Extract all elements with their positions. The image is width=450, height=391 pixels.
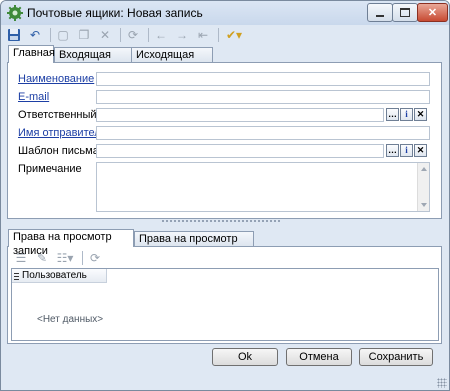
dialog-window: Почтовые ящики: Новая запись ✕ ↶ ▢ ❐ ✕ ⟳… [0, 0, 450, 391]
window-title: Почтовые ящики: Новая запись [27, 6, 203, 20]
tab-main[interactable]: Главная [8, 45, 55, 63]
delete-record-icon[interactable]: ☷▾ [54, 250, 76, 266]
toolbar-separator [148, 28, 149, 42]
copy-icon[interactable]: ❐ [75, 27, 93, 43]
sender-field[interactable] [96, 126, 430, 140]
template-label: Шаблон письма [18, 145, 99, 157]
toolbar-separator [120, 28, 121, 42]
scroll-up-icon[interactable] [421, 167, 427, 171]
sender-label[interactable]: Имя отправителя [18, 127, 107, 139]
main-panel: Наименование E-mail Ответственный … i ✕ … [7, 62, 442, 219]
responsible-info-button[interactable]: i [400, 108, 413, 121]
toolbar-separator [218, 28, 219, 42]
name-field[interactable] [96, 72, 430, 86]
refresh-grid-icon[interactable]: ⟳ [86, 250, 104, 266]
template-lookup-button[interactable]: … [386, 144, 399, 157]
tab-incoming-mail[interactable]: Входящая почта [54, 47, 132, 75]
column-menu-icon [14, 272, 19, 280]
template-clear-button[interactable]: ✕ [414, 144, 427, 157]
minimize-button[interactable] [367, 3, 393, 22]
delete-icon[interactable]: ✕ [96, 27, 114, 43]
resize-grip-icon[interactable] [437, 378, 447, 388]
users-grid[interactable]: Пользователь <Нет данных> [11, 268, 439, 341]
tab-view-rights-2[interactable]: Права на просмотр записи [134, 231, 254, 259]
new-icon[interactable]: ▢ [54, 27, 72, 43]
minimize-icon [376, 14, 384, 17]
maximize-button[interactable] [392, 3, 418, 22]
ok-button[interactable]: Ok [212, 348, 278, 366]
main-toolbar: ↶ ▢ ❐ ✕ ⟳ ← → ⇤ ✔▾ [5, 26, 445, 44]
tab-view-rights-1[interactable]: Права на просмотр записи [8, 229, 134, 257]
forward-icon[interactable]: → [173, 27, 191, 43]
email-field[interactable] [96, 90, 430, 104]
gear-icon [7, 5, 23, 21]
column-header-label: Пользователь [22, 270, 87, 281]
save-button[interactable]: Сохранить [359, 348, 433, 366]
toolbar-separator [50, 28, 51, 42]
undo-icon[interactable]: ↶ [26, 27, 44, 43]
title-bar[interactable]: Почтовые ящики: Новая запись ✕ [1, 1, 449, 25]
maximize-icon [400, 8, 410, 17]
scroll-down-icon[interactable] [421, 203, 427, 207]
note-textarea[interactable] [96, 162, 430, 212]
rights-panel: ☰ ✎ ☷▾ ⟳ Пользователь <Нет данных> [7, 246, 442, 344]
template-info-button[interactable]: i [400, 144, 413, 157]
toolbar-separator [82, 251, 83, 265]
column-header-user[interactable]: Пользователь [12, 269, 107, 283]
note-label: Примечание [18, 163, 82, 175]
name-label[interactable]: Наименование [18, 73, 94, 85]
email-label[interactable]: E-mail [18, 91, 49, 103]
close-button[interactable]: ✕ [417, 3, 448, 22]
save-icon[interactable] [5, 27, 23, 43]
cancel-button[interactable]: Отмена [286, 348, 352, 366]
responsible-field[interactable] [96, 108, 384, 122]
note-scrollbar[interactable] [417, 163, 429, 211]
check-icon[interactable]: ✔▾ [222, 27, 246, 43]
template-field[interactable] [96, 144, 384, 158]
responsible-clear-button[interactable]: ✕ [414, 108, 427, 121]
close-icon: ✕ [427, 7, 438, 19]
tab-outgoing-mail[interactable]: Исходящая почта [131, 47, 213, 75]
responsible-lookup-button[interactable]: … [386, 108, 399, 121]
back-icon[interactable]: ← [152, 27, 170, 43]
responsible-label: Ответственный [18, 109, 97, 121]
jump-icon[interactable]: ⇤ [194, 27, 212, 43]
refresh-icon[interactable]: ⟳ [124, 27, 142, 43]
panel-splitter[interactable] [161, 219, 281, 223]
empty-grid-text: <Нет данных> [37, 314, 104, 325]
